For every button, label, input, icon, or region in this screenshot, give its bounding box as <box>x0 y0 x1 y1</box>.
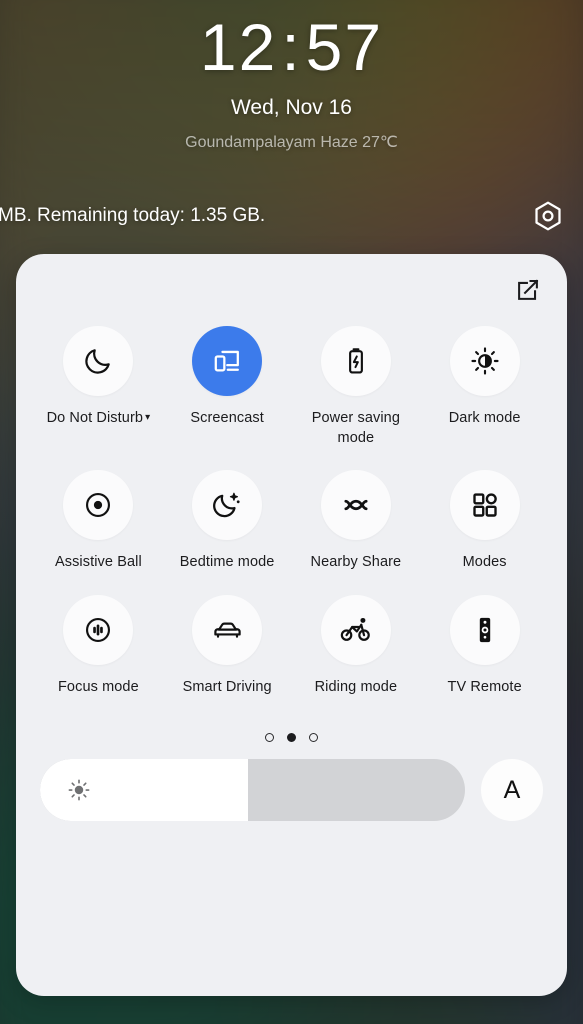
edit-pencil-square-icon[interactable] <box>515 277 541 303</box>
tile-focus-mode[interactable]: Focus mode <box>34 594 163 698</box>
quick-settings-panel: Do Not Disturb ▾ Screencast Power saving… <box>16 254 567 996</box>
tile-label: Assistive Ball <box>54 554 142 571</box>
page-dot-2[interactable] <box>287 733 296 743</box>
tile-icon-container[interactable] <box>63 326 134 396</box>
clock-separator: : <box>281 10 302 84</box>
tile-icon-container[interactable] <box>192 470 263 541</box>
tile-modes[interactable]: Modes <box>420 470 549 573</box>
data-usage-row: MB. Remaining today: 1.35 GB. <box>0 196 583 236</box>
moon-icon <box>82 345 114 377</box>
page-indicator-dots <box>16 733 567 743</box>
tile-label: Dark mode <box>448 410 521 426</box>
tile-riding-mode[interactable]: Riding mode <box>292 594 421 698</box>
moon-stars-icon <box>211 489 243 521</box>
tile-assistive-ball[interactable]: Assistive Ball <box>34 470 163 573</box>
brightness-contrast-icon <box>469 345 501 377</box>
lockscreen-clock-area: 12:57 Wed, Nov 16 Goundampalayam Haze 27… <box>0 0 583 152</box>
data-usage-text: MB. Remaining today: 1.35 GB. <box>0 205 266 226</box>
brightness-slider[interactable] <box>40 759 465 822</box>
chevron-down-icon[interactable]: ▾ <box>145 412 150 423</box>
tile-icon-container[interactable] <box>449 326 520 396</box>
quick-settings-header <box>16 254 567 326</box>
page-dot-1[interactable] <box>265 733 274 743</box>
clock-weather: Goundampalayam Haze 27℃ <box>185 134 398 151</box>
tile-label: Focus mode <box>57 678 139 695</box>
nearby-share-icon <box>340 489 372 521</box>
car-icon <box>211 613 244 646</box>
focus-mode-icon <box>82 614 114 646</box>
screencast-icon <box>211 345 243 377</box>
tile-icon-container[interactable] <box>449 594 520 665</box>
tile-label: TV Remote <box>447 678 522 695</box>
brightness-row: A <box>16 759 567 822</box>
page-dot-3[interactable] <box>309 733 318 743</box>
tile-icon-container[interactable] <box>192 326 263 396</box>
tile-icon-container[interactable] <box>63 594 134 665</box>
tile-icon-container[interactable] <box>320 594 391 665</box>
tile-dark-mode[interactable]: Dark mode <box>420 326 549 448</box>
tile-label: Riding mode <box>314 678 398 695</box>
tile-tv-remote[interactable]: TV Remote <box>420 594 549 698</box>
tile-nearby-share[interactable]: Nearby Share <box>292 470 421 573</box>
tile-icon-container[interactable] <box>320 326 391 396</box>
hexagon-settings-icon[interactable] <box>531 199 565 233</box>
tile-power-saving-mode[interactable]: Power saving mode <box>292 326 421 448</box>
auto-brightness-button[interactable]: A <box>481 759 543 822</box>
clock-hours: 12 <box>199 10 278 84</box>
tile-label: Modes <box>462 554 507 571</box>
clock-date: Wed, Nov 16 <box>230 96 352 119</box>
quick-settings-tile-grid: Do Not Disturb ▾ Screencast Power saving… <box>16 326 567 697</box>
tile-bedtime-mode[interactable]: Bedtime mode <box>163 470 292 573</box>
battery-bolt-icon <box>340 345 372 377</box>
assistive-ball-icon <box>82 489 114 521</box>
auto-brightness-label: A <box>503 775 521 804</box>
tile-icon-container[interactable] <box>192 594 263 665</box>
tile-icon-container[interactable] <box>320 470 391 541</box>
tile-label: Do Not Disturb ▾ <box>47 409 151 429</box>
tile-smart-driving[interactable]: Smart Driving <box>163 594 292 698</box>
grid-modes-icon <box>470 490 500 520</box>
tile-label: Nearby Share <box>310 554 402 571</box>
tile-label: Smart Driving <box>182 678 272 695</box>
tile-screencast[interactable]: Screencast <box>163 326 292 448</box>
tile-do-not-disturb[interactable]: Do Not Disturb ▾ <box>34 326 163 448</box>
tile-label: Bedtime mode <box>179 554 275 571</box>
bicycle-icon <box>339 613 372 646</box>
clock-time: 12:57 <box>0 0 583 80</box>
tv-remote-icon <box>469 614 501 646</box>
tile-icon-container[interactable] <box>449 470 520 541</box>
tile-label: Screencast <box>190 410 264 426</box>
tile-label: Power saving mode <box>311 410 400 446</box>
clock-minutes: 57 <box>305 10 384 84</box>
tile-icon-container[interactable] <box>63 470 134 541</box>
tile-label-text: Do Not Disturb <box>46 410 144 426</box>
